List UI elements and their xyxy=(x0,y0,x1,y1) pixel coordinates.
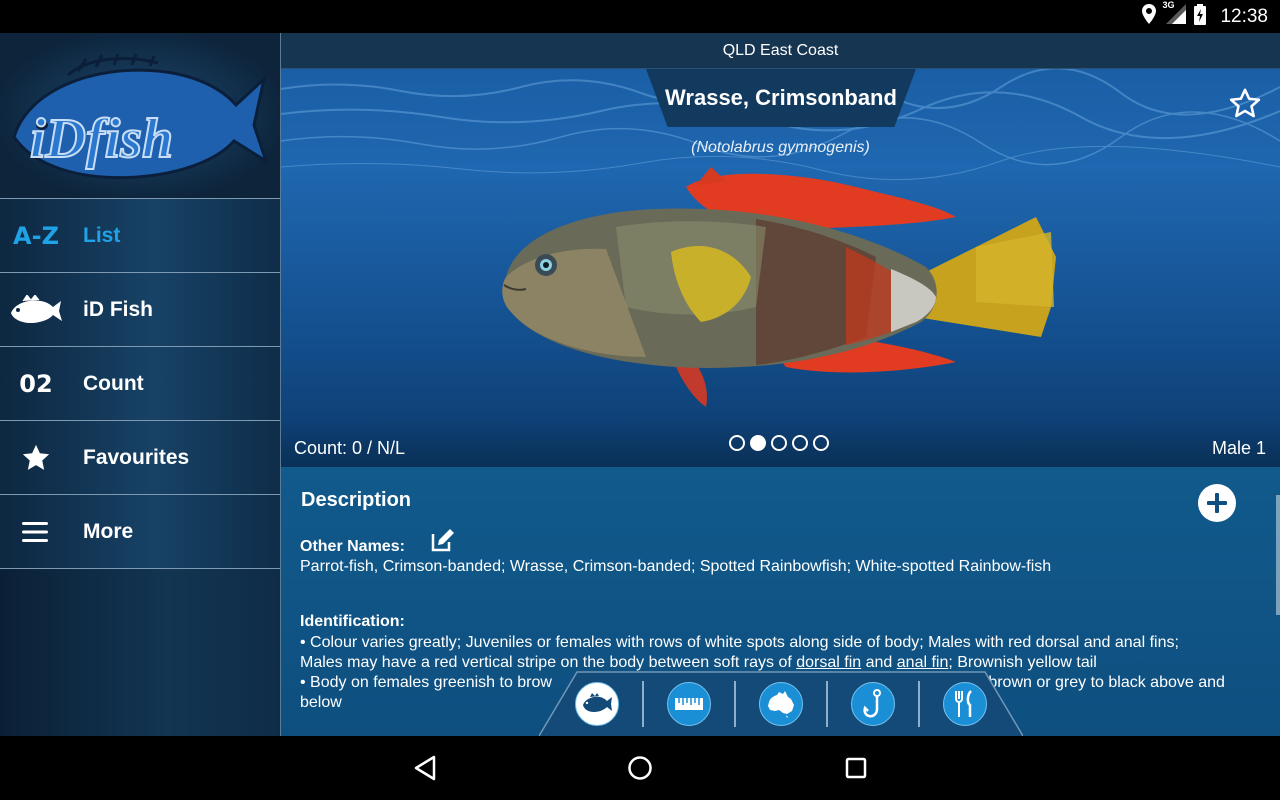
favourite-star-icon[interactable] xyxy=(1228,87,1262,126)
identification-label: Identification: xyxy=(300,613,405,630)
fish-hero[interactable]: Wrasse, Crimsonband (Notolabrus gymnogen… xyxy=(281,69,1280,467)
fork-knife-icon xyxy=(943,681,987,726)
ident-line: Males may have a red vertical stripe on … xyxy=(300,653,1270,673)
location-icon xyxy=(1142,4,1157,29)
system-nav-bar xyxy=(0,736,1280,800)
ruler-icon xyxy=(667,681,711,726)
fish-title-tab: Wrasse, Crimsonband xyxy=(646,69,916,127)
dock-map-button[interactable] xyxy=(736,671,826,736)
tool-dock xyxy=(539,671,1023,736)
nav-label-id-fish: iD Fish xyxy=(83,297,154,321)
dock-ruler-button[interactable] xyxy=(644,671,734,736)
plus-icon xyxy=(1207,493,1227,513)
fish-scientific-name: (Notolabrus gymnogenis) xyxy=(691,139,870,156)
ident-text-segment: and xyxy=(861,654,897,671)
back-icon[interactable] xyxy=(412,754,438,787)
nav-item-list[interactable]: A-Z List xyxy=(0,199,280,273)
fish-photo xyxy=(496,157,1056,432)
nav-label-favourites: Favourites xyxy=(83,445,190,469)
network-type: 3G xyxy=(1162,0,1175,10)
nav-item-id-fish[interactable]: iD Fish xyxy=(0,273,280,347)
pager-dot[interactable] xyxy=(771,435,787,451)
other-names-text: Parrot-fish, Crimson-banded; Wrasse, Cri… xyxy=(300,558,1052,575)
ident-text-segment: Males may have a red vertical stripe on … xyxy=(300,654,797,671)
anal-fin-link[interactable]: anal fin xyxy=(897,654,949,671)
australia-map-icon xyxy=(759,681,803,726)
dock-hook-button[interactable] xyxy=(828,671,918,736)
fish-icon xyxy=(0,294,72,325)
ident-text-segment: ; Brownish yellow tail xyxy=(948,654,1097,671)
fish-hook-icon xyxy=(851,681,895,726)
az-icon: A-Z xyxy=(13,221,59,250)
nav-item-favourites[interactable]: Favourites xyxy=(0,421,280,495)
nav-label-count: Count xyxy=(83,371,144,395)
svg-text:iDfish: iDfish xyxy=(30,108,173,170)
pager-dot[interactable] xyxy=(729,435,745,451)
count-text: Count: 0 / N/L xyxy=(294,438,406,458)
pager-dot[interactable] xyxy=(813,435,829,451)
sidebar: iDfish A-Z List iD Fish 02 Count Favouri… xyxy=(0,33,281,736)
status-bar: 3G 12:38 xyxy=(0,0,1280,33)
nav-item-count[interactable]: 02 Count xyxy=(0,347,280,421)
gender-label: Male 1 xyxy=(1211,438,1266,458)
ident-line: • Colour varies greatly; Juveniles or fe… xyxy=(300,634,1179,651)
dorsal-fin-link[interactable]: dorsal fin xyxy=(796,654,861,671)
ident-text-segment: sh brown or grey to black above and xyxy=(966,674,1225,691)
menu-icon xyxy=(0,520,72,544)
scrollbar[interactable] xyxy=(1276,495,1280,615)
other-names-label: Other Names: xyxy=(300,538,405,555)
image-pager[interactable] xyxy=(729,435,829,451)
app-logo: iDfish xyxy=(0,33,280,199)
add-button[interactable] xyxy=(1198,484,1236,522)
count-icon: 02 xyxy=(19,369,53,398)
pager-dot-active[interactable] xyxy=(750,435,766,451)
main-panel: QLD East Coast Wrasse, Crimsonband (Noto… xyxy=(281,33,1280,736)
battery-icon xyxy=(1194,3,1207,30)
ident-text-segment: • Body on females greenish to brow xyxy=(300,674,552,691)
description-title: Description xyxy=(301,489,412,511)
region-label: QLD East Coast xyxy=(281,33,1280,69)
recents-icon[interactable] xyxy=(844,754,868,787)
signal-icon: 3G xyxy=(1162,0,1187,29)
pager-dot[interactable] xyxy=(792,435,808,451)
nav-item-more[interactable]: More xyxy=(0,495,280,569)
edit-icon[interactable] xyxy=(429,526,457,559)
nav-label-more: More xyxy=(83,519,134,543)
fish-silhouette-icon xyxy=(575,681,619,726)
nav-label-list: List xyxy=(83,223,121,247)
home-icon[interactable] xyxy=(627,754,653,787)
clock: 12:38 xyxy=(1220,5,1268,27)
star-icon xyxy=(0,443,72,473)
fish-common-name: Wrasse, Crimsonband xyxy=(665,85,897,110)
